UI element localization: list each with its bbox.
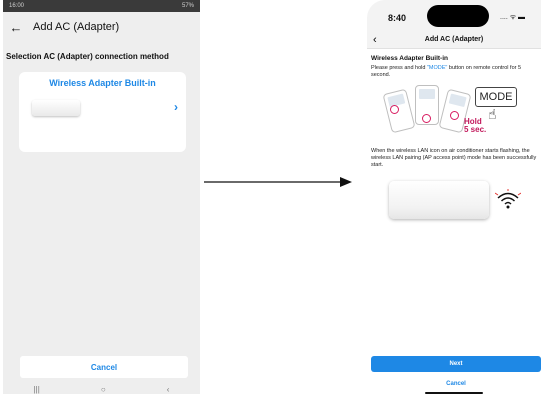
status-battery: 57%	[181, 3, 194, 9]
mode-highlight: "MODE"	[426, 65, 448, 71]
ac-illustration	[371, 175, 537, 235]
option-title: Wireless Adapter Built-in	[49, 78, 156, 88]
button-highlight-circle	[450, 111, 459, 120]
left-phone-screen: 16:00 57% ← Add AC (Adapter) Selection A…	[3, 0, 200, 394]
wireless-adapter-option-card[interactable]: Wireless Adapter Built-in ›	[19, 72, 186, 152]
ac-unit-image	[389, 181, 489, 219]
page-title: Add AC (Adapter)	[424, 36, 484, 43]
option-heading: Wireless Adapter Built-in	[371, 55, 448, 62]
cancel-button[interactable]: Cancel	[371, 377, 541, 391]
page-title: Add AC (Adapter)	[33, 21, 120, 33]
cancel-button[interactable]: Cancel	[20, 356, 188, 378]
dynamic-island	[427, 5, 489, 27]
remote-control-image	[382, 88, 416, 134]
signal-wifi-battery-icon: .... ᯤ ▬	[500, 14, 526, 21]
button-highlight-circle	[390, 105, 399, 114]
section-title: Selection AC (Adapter) connection method	[6, 52, 169, 61]
mode-instruction: Please press and hold "MODE" button on r…	[371, 65, 522, 78]
pointing-hand-icon: ☝	[488, 106, 497, 122]
home-indicator	[425, 392, 483, 394]
status-time: 8:40	[388, 13, 407, 23]
mode-button-illustration: MODE	[475, 87, 517, 107]
android-nav-bar: ||| ○ ‹	[3, 384, 200, 394]
ios-status-bar: 8:40 .... ᯤ ▬	[367, 0, 541, 34]
hold-duration-label: Hold 5 sec.	[464, 117, 487, 134]
home-icon[interactable]: ○	[101, 385, 106, 394]
chevron-right-icon: ›	[174, 100, 178, 114]
next-button[interactable]: Next	[371, 356, 541, 372]
nav-bar: ‹ Add AC (Adapter)	[367, 34, 541, 49]
app-bar: ← Add AC (Adapter)	[3, 12, 200, 42]
back-nav-icon[interactable]: ‹	[167, 385, 170, 394]
transition-arrow-icon	[204, 177, 352, 187]
status-time: 16:00	[9, 3, 25, 9]
pairing-description: When the wireless LAN icon on air condit…	[371, 148, 537, 168]
back-arrow-icon[interactable]: ←	[5, 20, 27, 35]
recent-apps-icon[interactable]: |||	[34, 385, 40, 394]
wifi-flashing-icon	[495, 189, 521, 209]
button-highlight-circle	[422, 114, 431, 123]
remote-control-illustration: MODE ☝ Hold 5 sec.	[371, 83, 537, 145]
right-phone-screen: 8:40 .... ᯤ ▬ ‹ Add AC (Adapter) Wireles…	[367, 0, 541, 397]
ac-unit-image	[32, 100, 80, 116]
android-status-bar: 16:00 57%	[3, 0, 200, 12]
content: Wireless Adapter Built-in Please press a…	[367, 49, 541, 235]
